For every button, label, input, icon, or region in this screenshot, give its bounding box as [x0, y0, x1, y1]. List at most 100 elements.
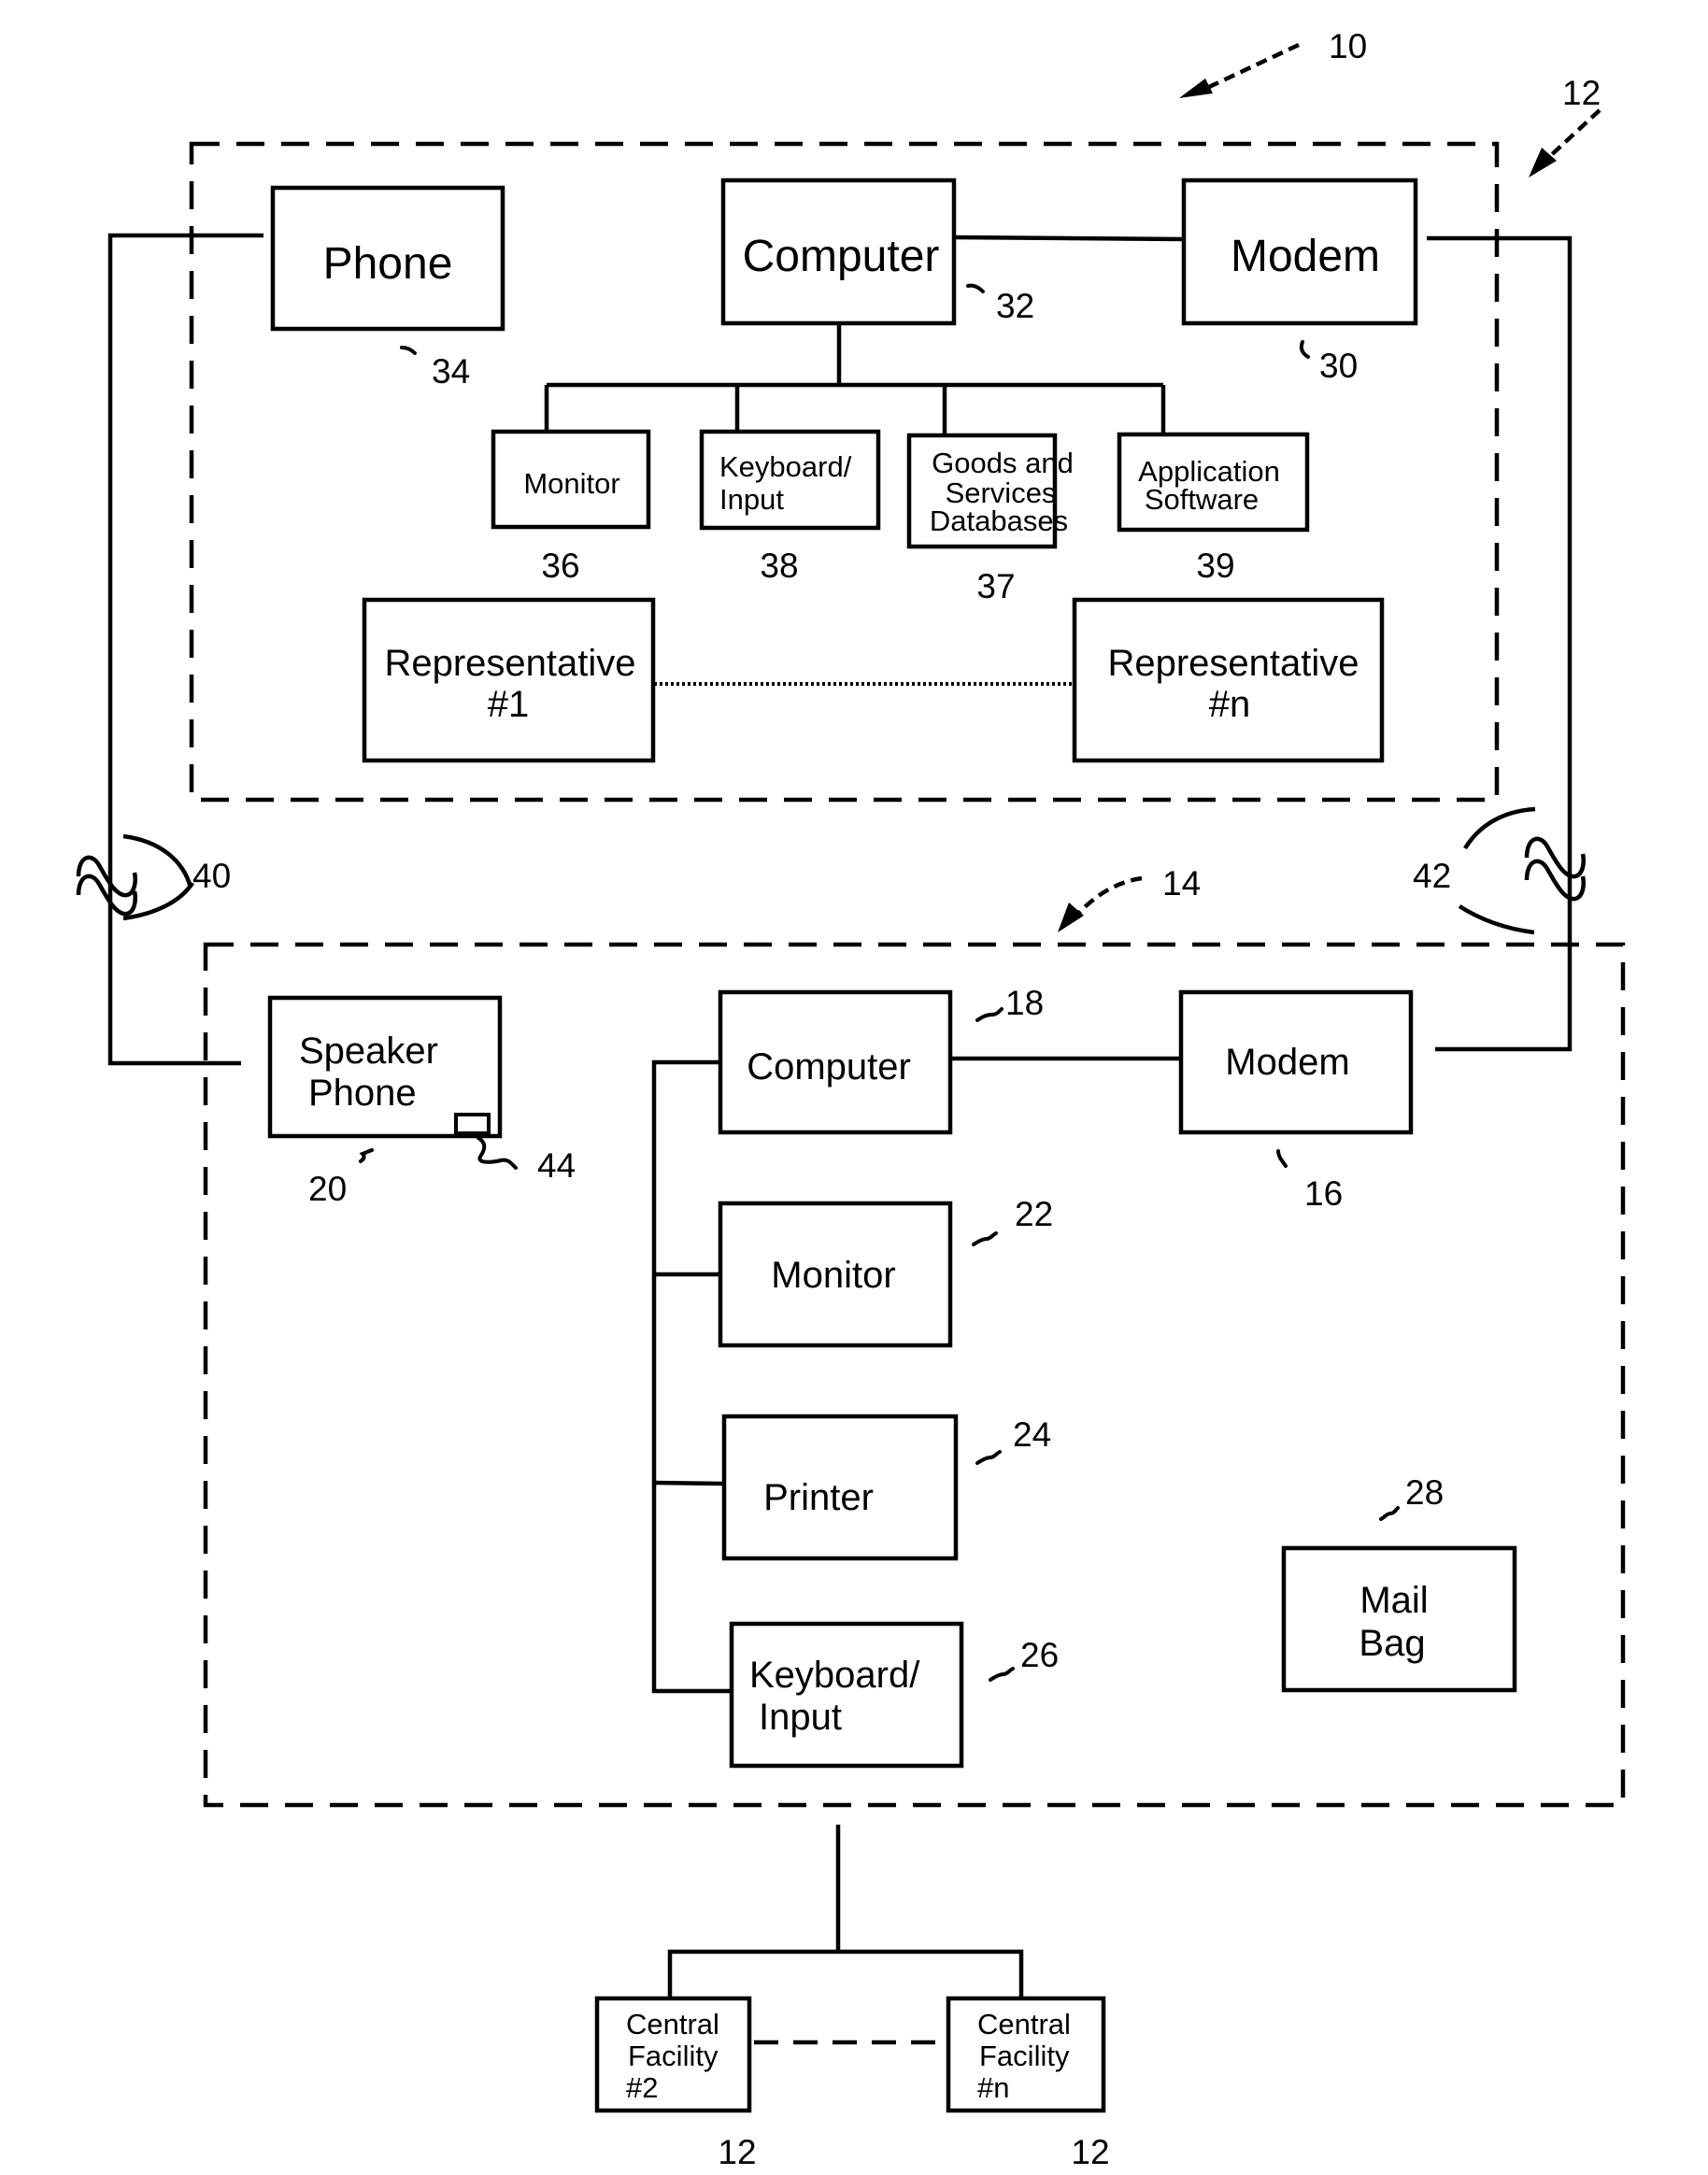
break-symbol-icon [1524, 859, 1586, 902]
reference-arrow-12-shaft [1547, 108, 1601, 159]
ref-10: 10 [1329, 27, 1367, 65]
customer-site-reference-14: 14 [1058, 864, 1201, 932]
leader-line-icon [989, 1667, 1015, 1682]
software-label-line2: Software [1145, 483, 1259, 516]
representative-n-label-line1: Representative [1107, 643, 1359, 684]
computer-modem-link [953, 235, 1185, 242]
bus-drop-printer [653, 1480, 725, 1486]
customer-monitor[interactable]: Monitor [718, 1201, 953, 1348]
ref-12-facility-2: 12 [718, 2133, 756, 2171]
central-computer[interactable]: Computer [720, 178, 957, 326]
ref-34: 34 [432, 352, 470, 391]
ref-16: 16 [1304, 1174, 1343, 1213]
ref-26: 26 [1020, 1636, 1059, 1674]
representative-n[interactable]: Representative #n [1072, 597, 1385, 763]
central-modem-label: Modem [1231, 232, 1380, 281]
figure-reference-10: 10 [1179, 27, 1367, 98]
mail-bag-label-line1: Mail [1359, 1580, 1428, 1621]
central-facility-2-label-line3: #2 [626, 2071, 658, 2104]
facility-trunk-branch [667, 1949, 1024, 1998]
central-facility-2[interactable]: Central Facility #2 [594, 1996, 752, 2113]
ref-30: 30 [1319, 347, 1358, 385]
central-facility-n-label-line1: Central [977, 2008, 1071, 2040]
leader-line-icon [477, 1136, 518, 1170]
reference-arrow-10-shaft [1206, 42, 1300, 91]
customer-keyboard-label-line2: Input [759, 1697, 842, 1738]
ref-24: 24 [1013, 1415, 1051, 1454]
ref-44: 44 [537, 1146, 576, 1185]
leader-line-icon [966, 283, 985, 293]
representative-1[interactable]: Representative #1 [362, 597, 656, 763]
customer-modem[interactable]: Modem [1178, 989, 1414, 1135]
central-facility-2-label-line2: Facility [628, 2040, 719, 2072]
speaker-phone-label-line1: Speaker [299, 1031, 438, 1072]
ref-28: 28 [1405, 1473, 1444, 1512]
mail-bag-label-line2: Bag [1359, 1623, 1425, 1664]
speaker-phone[interactable]: Speaker Phone [267, 995, 503, 1139]
break-symbol-icon [1524, 836, 1586, 879]
ref-39: 39 [1196, 547, 1234, 585]
ref-22: 22 [1015, 1195, 1053, 1233]
central-phone-label: Phone [323, 239, 453, 289]
leader-line-icon [1299, 340, 1310, 359]
leader-line-icon [975, 1450, 1002, 1465]
ref-40: 40 [192, 857, 231, 895]
central-keyboard-label-line1: Keyboard/ [719, 450, 852, 483]
central-monitor-label: Monitor [523, 467, 619, 500]
central-keyboard[interactable]: Keyboard/ Input [699, 429, 881, 531]
customer-printer-label: Printer [763, 1477, 874, 1518]
central-facility-n[interactable]: Central Facility #n [946, 1996, 1106, 2113]
central-modem[interactable]: Modem [1181, 178, 1418, 326]
speaker-phone-button[interactable] [454, 1113, 491, 1135]
central-facility-2-label-line1: Central [626, 2008, 719, 2040]
customer-modem-label: Modem [1225, 1042, 1349, 1083]
goods-services-databases[interactable]: Goods and Services Databases [906, 433, 1074, 549]
central-facility-n-label-line3: #n [977, 2071, 1009, 2104]
databases-label-line3: Databases [930, 505, 1068, 537]
ref-37: 37 [976, 567, 1015, 605]
leader-line-icon [400, 346, 417, 355]
central-keyboard-label-line2: Input [719, 483, 784, 516]
databases-label-line1: Goods and [932, 447, 1074, 479]
representative-n-label-line2: #n [1209, 684, 1251, 725]
arrow-head-icon [1179, 78, 1213, 98]
leader-line-icon [1379, 1506, 1400, 1521]
facility-reference-12: 12 [1529, 74, 1601, 178]
central-phone[interactable]: Phone [270, 185, 505, 332]
voice-link: 40 [76, 233, 263, 1066]
representative-1-label-line2: #1 [488, 684, 530, 725]
ref-18: 18 [1005, 984, 1044, 1022]
mail-bag[interactable]: Mail Bag [1281, 1545, 1517, 1693]
ref-42: 42 [1413, 857, 1451, 895]
ref-32: 32 [996, 287, 1034, 325]
ref-20: 20 [308, 1170, 347, 1208]
leader-line-icon [1276, 1149, 1288, 1168]
leader-line-icon [972, 1231, 998, 1246]
leader-line-icon [359, 1148, 374, 1163]
arrow-head-icon [1058, 903, 1084, 932]
wireless-arc-icon [1458, 904, 1535, 935]
customer-monitor-label: Monitor [771, 1255, 895, 1296]
speaker-phone-label-line2: Phone [308, 1073, 417, 1114]
central-facility-n-label-line2: Facility [979, 2040, 1070, 2072]
customer-printer[interactable]: Printer [721, 1414, 959, 1561]
central-computer-label: Computer [743, 232, 940, 281]
customer-computer[interactable]: Computer [718, 989, 953, 1135]
reference-arrow-14-shaft [1075, 875, 1143, 917]
customer-keyboard-label-line1: Keyboard/ [749, 1655, 920, 1696]
leader-line-icon [975, 1007, 1003, 1022]
ref-38: 38 [760, 547, 798, 585]
application-software[interactable]: Application Software [1117, 432, 1310, 533]
ref-12-top: 12 [1562, 74, 1601, 112]
customer-computer-label: Computer [747, 1046, 911, 1088]
central-monitor[interactable]: Monitor [491, 429, 651, 530]
ref-14: 14 [1162, 864, 1201, 903]
customer-peripheral-bus [651, 1059, 732, 1694]
wireless-arc-icon [1463, 806, 1536, 850]
ref-12-facility-n: 12 [1071, 2133, 1109, 2171]
customer-keyboard[interactable]: Keyboard/ Input [729, 1621, 964, 1769]
ref-36: 36 [541, 547, 579, 585]
voice-line [107, 233, 263, 1066]
representative-1-label-line1: Representative [384, 643, 635, 684]
patent-figure: 10 12 Phone 34 Computer 32 Modem 30 Moni… [76, 27, 1626, 2171]
